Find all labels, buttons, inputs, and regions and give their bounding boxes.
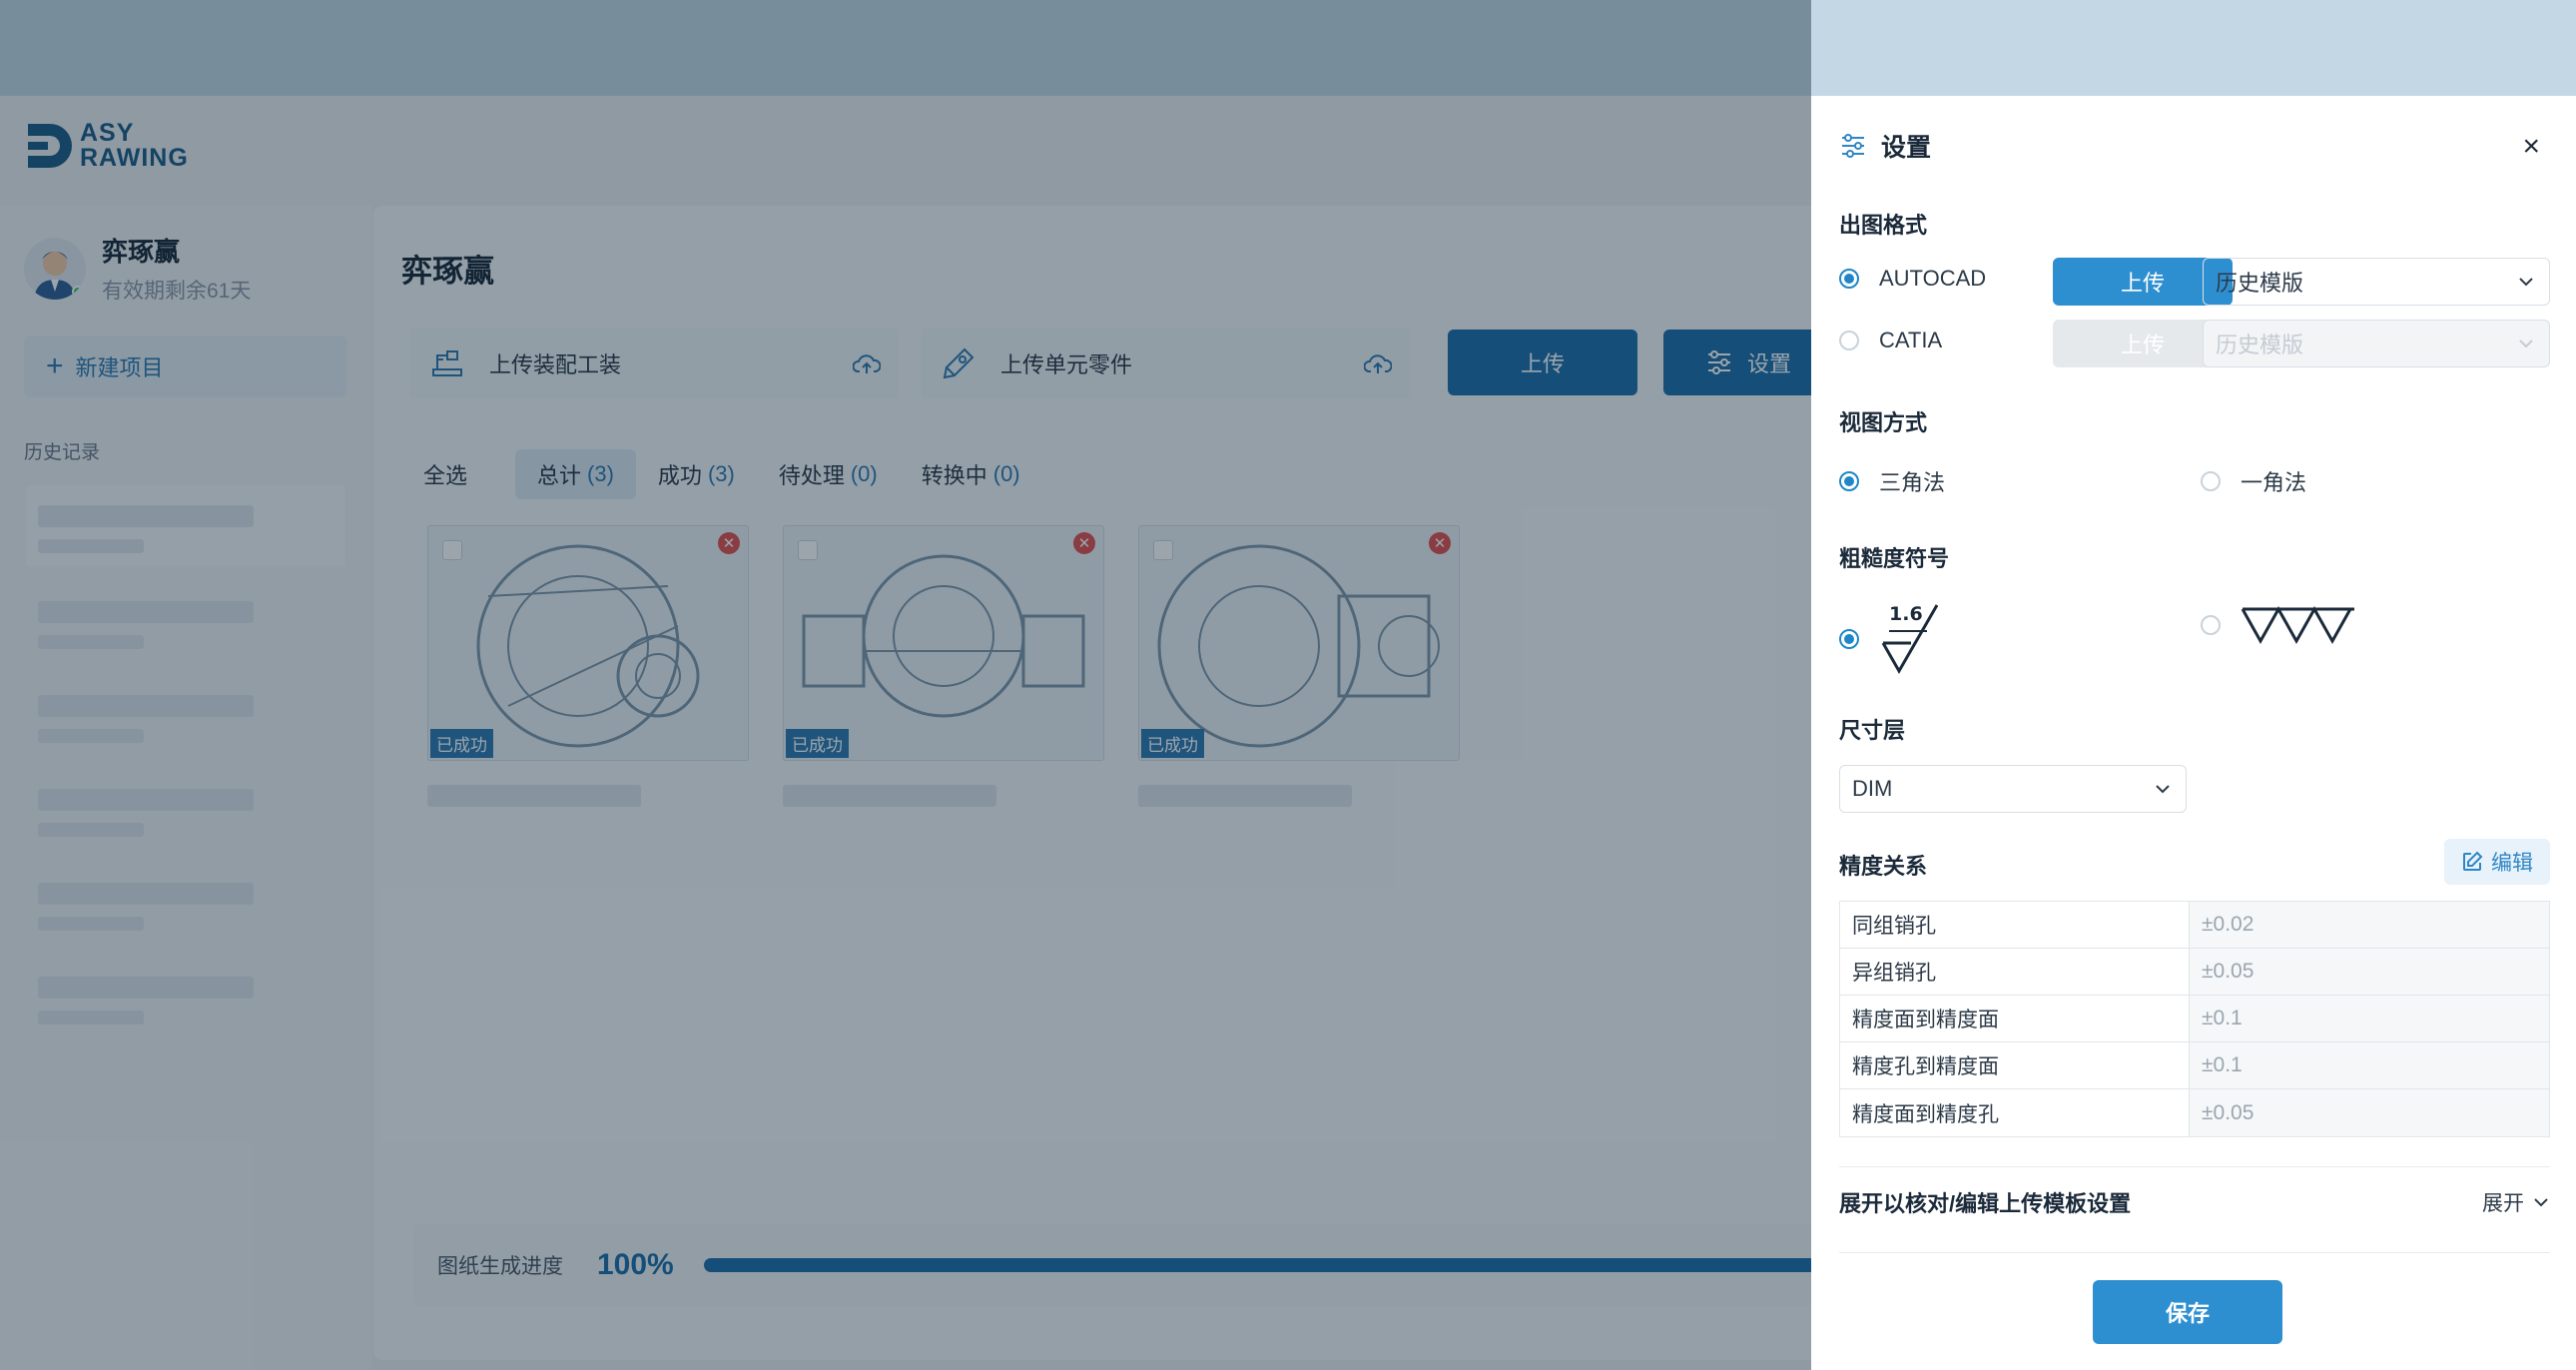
edit-precision-button[interactable]: 编辑 — [2444, 839, 2550, 885]
radio-icon[interactable] — [1839, 269, 1859, 289]
modal-overlay[interactable] — [0, 0, 1811, 1370]
roughness-option-triangles[interactable] — [2201, 603, 2356, 647]
template-settings-expander[interactable]: 展开以核对/编辑上传模板设置 展开 — [1839, 1186, 2550, 1218]
close-icon[interactable]: × — [2522, 132, 2540, 162]
save-button[interactable]: 保存 — [2093, 1280, 2282, 1344]
view-option-first-angle[interactable]: 一角法 — [2201, 465, 2306, 497]
triangle-roughness-icon — [2241, 605, 2354, 645]
settings-drawer: 设置 × 出图格式 AUTOCAD 上传 历史模版 CATIA 上传 历史模版 … — [1811, 96, 2576, 1370]
dim-layer-select[interactable]: DIM — [1839, 765, 2187, 813]
format-option-catia[interactable]: CATIA — [1839, 328, 1942, 353]
format-name: AUTOCAD — [1879, 266, 1987, 291]
radio-icon[interactable] — [1839, 629, 1859, 649]
chevron-down-icon — [2534, 1198, 2548, 1207]
format-name: CATIA — [1879, 328, 1943, 352]
precision-label: 精度关系 — [1839, 854, 1928, 879]
radio-icon[interactable] — [2201, 471, 2221, 491]
dim-layer-label: 尺寸层 — [1839, 718, 1906, 743]
table-row: 同组销孔 ±0.02 — [1840, 902, 2549, 949]
table-row: 精度面到精度孔 ±0.05 — [1840, 1089, 2549, 1136]
catia-template-select[interactable]: 历史模版 — [2203, 320, 2550, 367]
roughness-symbol-icon: 1.6 — [1879, 603, 1949, 675]
radio-icon[interactable] — [1839, 471, 1859, 491]
settings-header: 设置 — [1839, 128, 1931, 164]
chevron-down-icon — [2519, 340, 2533, 348]
roughness-label: 粗糙度符号 — [1839, 546, 1950, 571]
view-option-third-angle[interactable]: 三角法 — [1839, 465, 1945, 497]
chevron-down-icon — [2519, 278, 2533, 287]
precision-table: 同组销孔 ±0.02 异组销孔 ±0.05 精度面到精度面 ±0.1 精度孔到精度面 ±… — [1839, 901, 2550, 1137]
autocad-template-select[interactable]: 历史模版 — [2203, 258, 2550, 306]
roughness-option-numeric[interactable]: 1.6 — [1839, 603, 1949, 675]
settings-title: 设置 — [1881, 134, 1932, 162]
edit-icon — [2463, 851, 2483, 871]
divider — [1839, 1252, 2550, 1253]
expand-toggle[interactable]: 展开 — [2482, 1187, 2550, 1217]
table-row: 精度面到精度面 ±0.1 — [1840, 996, 2549, 1042]
radio-icon[interactable] — [2201, 615, 2221, 635]
sliders-icon — [1842, 134, 1864, 158]
format-option-autocad[interactable]: AUTOCAD — [1839, 266, 1986, 292]
chevron-down-icon — [2156, 785, 2170, 794]
radio-icon[interactable] — [1839, 331, 1859, 350]
table-row: 精度孔到精度面 ±0.1 — [1840, 1042, 2549, 1089]
divider — [1839, 1166, 2550, 1167]
table-row: 异组销孔 ±0.05 — [1840, 949, 2549, 996]
view-mode-label: 视图方式 — [1839, 410, 1928, 435]
output-format-label: 出图格式 — [1839, 213, 1928, 238]
